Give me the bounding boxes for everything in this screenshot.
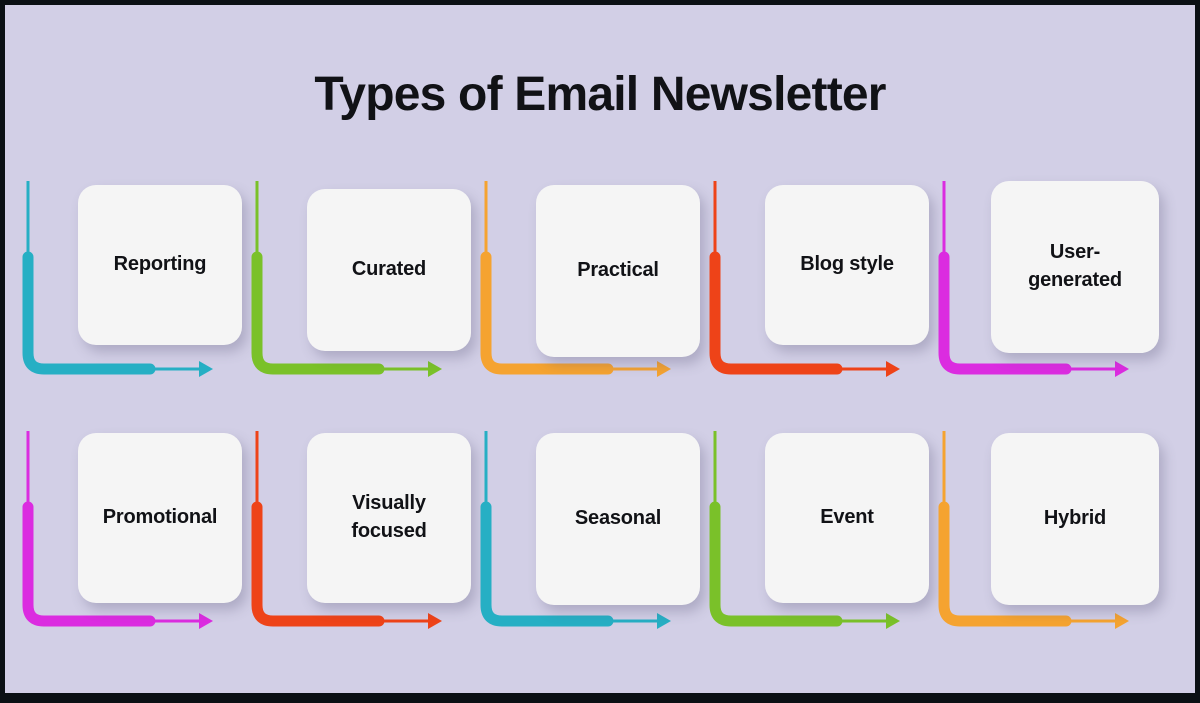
newsletter-type-item-user-generated[interactable]: User- generated bbox=[929, 173, 1159, 423]
newsletter-type-item-visually-focused[interactable]: Visually focused bbox=[242, 423, 471, 673]
newsletter-row-1: Reporting Curated Practical Blog style User-… bbox=[5, 173, 1195, 423]
newsletter-type-item-blog-style[interactable]: Blog style bbox=[700, 173, 929, 423]
newsletter-type-label: Promotional bbox=[102, 506, 218, 529]
arrow-head-icon bbox=[657, 361, 671, 377]
newsletter-type-item-practical[interactable]: Practical bbox=[471, 173, 700, 423]
newsletter-type-label: User- generated bbox=[1028, 241, 1122, 291]
newsletter-type-label: Seasonal bbox=[574, 507, 662, 530]
newsletter-type-card[interactable]: Seasonal bbox=[536, 433, 700, 605]
newsletter-type-item-seasonal[interactable]: Seasonal bbox=[471, 423, 700, 673]
newsletter-type-label: Hybrid bbox=[1043, 507, 1107, 530]
newsletter-type-item-event[interactable]: Event bbox=[700, 423, 929, 673]
newsletter-type-card[interactable]: Blog style bbox=[765, 185, 929, 345]
arrow-head-icon bbox=[886, 613, 900, 629]
arrow-head-icon bbox=[428, 613, 442, 629]
arrow-head-icon bbox=[886, 361, 900, 377]
newsletter-type-card[interactable]: User- generated bbox=[991, 181, 1159, 353]
newsletter-type-label: Visually focused bbox=[351, 492, 427, 542]
newsletter-type-label: Blog style bbox=[800, 253, 894, 276]
newsletter-type-card[interactable]: Promotional bbox=[78, 433, 242, 603]
newsletter-type-label: Curated bbox=[351, 258, 427, 281]
newsletter-type-card[interactable]: Visually focused bbox=[307, 433, 471, 603]
newsletter-type-card[interactable]: Reporting bbox=[78, 185, 242, 345]
newsletter-row-2: Promotional Visually focused Seasonal Event… bbox=[5, 423, 1195, 673]
infographic-canvas: Types of Email Newsletter Reporting Curat… bbox=[5, 5, 1195, 693]
newsletter-type-label: Practical bbox=[577, 259, 659, 282]
newsletter-type-card[interactable]: Hybrid bbox=[991, 433, 1159, 605]
newsletter-type-item-curated[interactable]: Curated bbox=[242, 173, 471, 423]
arrow-head-icon bbox=[199, 613, 213, 629]
newsletter-type-label: Reporting bbox=[113, 253, 207, 276]
arrow-head-icon bbox=[1115, 613, 1129, 629]
arrow-head-icon bbox=[428, 361, 442, 377]
newsletter-type-card[interactable]: Event bbox=[765, 433, 929, 603]
newsletter-type-label: Event bbox=[820, 506, 874, 529]
newsletter-type-item-reporting[interactable]: Reporting bbox=[13, 173, 242, 423]
page-title: Types of Email Newsletter bbox=[314, 68, 886, 121]
newsletter-type-item-hybrid[interactable]: Hybrid bbox=[929, 423, 1159, 673]
arrow-head-icon bbox=[199, 361, 213, 377]
newsletter-type-item-promotional[interactable]: Promotional bbox=[13, 423, 242, 673]
arrow-head-icon bbox=[1115, 361, 1129, 377]
newsletter-type-card[interactable]: Curated bbox=[307, 189, 471, 351]
newsletter-type-card[interactable]: Practical bbox=[536, 185, 700, 357]
arrow-head-icon bbox=[657, 613, 671, 629]
